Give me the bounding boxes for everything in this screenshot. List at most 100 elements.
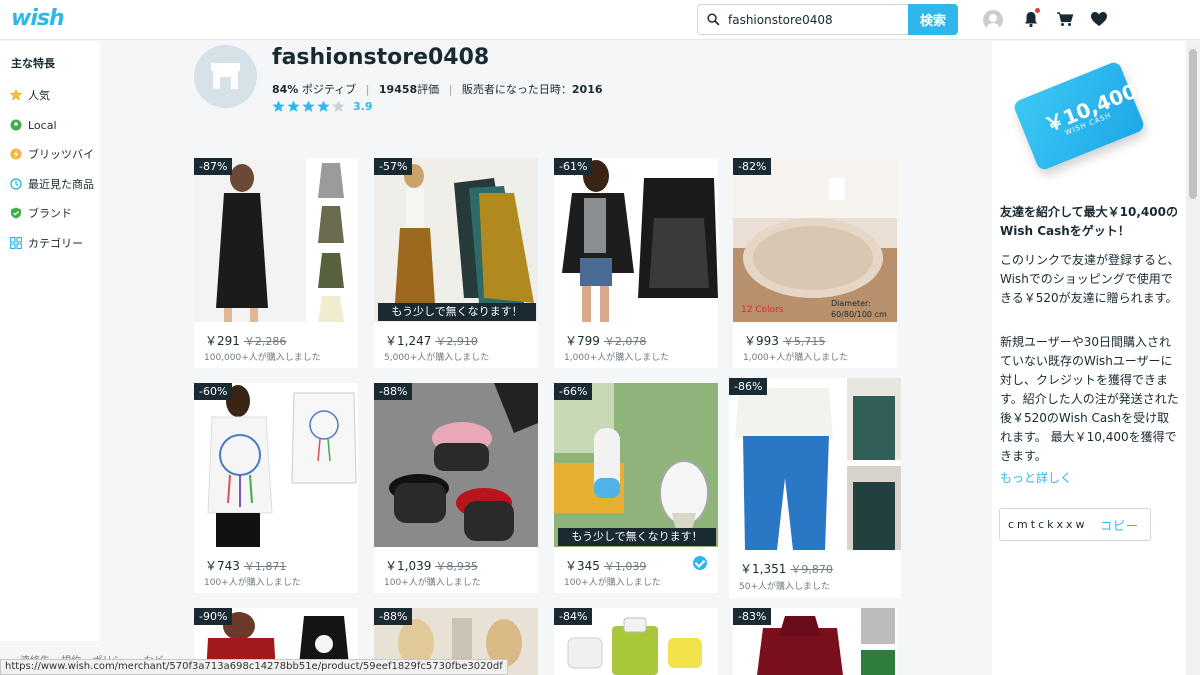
page-scrollbar[interactable] [1186, 41, 1200, 675]
discount-badge: -88% [374, 383, 413, 400]
original-price: ￥8,935 [435, 560, 478, 573]
search-icon [707, 13, 720, 26]
product-image[interactable] [729, 378, 901, 550]
grid-icon [10, 237, 22, 249]
review-count: 19458 [378, 83, 418, 96]
merchant-rating-stars: 3.9 [272, 100, 373, 113]
current-price: ￥1,247 [385, 334, 432, 348]
original-price: ￥2,910 [435, 335, 478, 348]
almost-gone-banner: もう少しで無くなります！ [378, 303, 536, 321]
product-card[interactable]: -60% ￥743 ￥1,871 100+人が購入しました [194, 383, 358, 593]
discount-badge: -84% [554, 608, 593, 625]
sidebar-item-categories[interactable]: カテゴリー [10, 235, 83, 251]
price: ￥291 ￥2,286 [205, 332, 286, 349]
product-image[interactable]: 12 Colors Diameter: 60/80/100 cm [733, 158, 897, 322]
overlay-colors: 12 Colors [741, 305, 784, 315]
product-image[interactable] [194, 158, 358, 322]
positive-label: ポジティブ [301, 83, 357, 96]
sidebar-title: 主な特長 [11, 57, 55, 70]
product-image[interactable] [554, 158, 718, 322]
heart-icon[interactable] [1090, 10, 1108, 28]
discount-badge: -90% [194, 608, 233, 625]
product-card[interactable]: 12 Colors Diameter: 60/80/100 cm -82% ￥9… [733, 158, 897, 368]
product-card[interactable]: -61% ￥799 ￥2,078 1,000+人が購入しました [554, 158, 718, 368]
product-card[interactable]: -66% もう少しで無くなります！ ￥345 ￥1,039 100+人が購入しまし… [554, 383, 718, 593]
product-image[interactable] [554, 383, 718, 547]
product-card[interactable]: -87% ￥291 ￥2,286 100,000+人が購入しました [194, 158, 358, 368]
scrollbar-thumb[interactable] [1189, 49, 1197, 199]
separator: | [365, 83, 370, 96]
price: ￥1,351 ￥9,870 [740, 560, 833, 577]
sold-count: 5,000+人が購入しました [384, 353, 490, 363]
merchant-name: fashionstore0408 [272, 45, 490, 70]
search-input[interactable] [728, 5, 903, 34]
referral-code: cmtckxxw [1008, 518, 1088, 531]
verified-shield-icon [11, 207, 21, 219]
search-button[interactable]: 検索 [908, 4, 958, 35]
sidebar-item-label: カテゴリー [28, 237, 83, 250]
discount-badge: -82% [733, 158, 772, 175]
rating-value: 3.9 [353, 100, 373, 113]
promo-description-2: 新規ユーザーや30日間購入されていない既存のWishユーザーに対し、クレジットを… [1000, 335, 1179, 463]
promo-description-1: このリンクで友達が登録すると、Wishでのショッピングで使用できる￥520が友達… [1000, 253, 1180, 305]
product-card[interactable]: -57% もう少しで無くなります！ ￥1,247 ￥2,910 5,000+人が購… [374, 158, 538, 368]
price: ￥743 ￥1,871 [205, 557, 286, 574]
learn-more-link[interactable]: もっと詳しく [1000, 469, 1072, 486]
sold-count: 100+人が購入しました [384, 578, 481, 588]
product-card[interactable]: -84% [554, 608, 718, 675]
sidebar-item-local[interactable]: Local [10, 117, 57, 133]
discount-badge: -60% [194, 383, 233, 400]
cart-icon[interactable] [1056, 10, 1074, 28]
referral-promo-panel: ￥10,400 WISH CASH 友達を紹介して最大￥10,400のWish … [992, 41, 1186, 675]
product-card[interactable]: -88% ￥1,039 ￥8,935 100+人が購入しました [374, 383, 538, 593]
location-pin-icon [10, 119, 22, 131]
sidebar-item-popular[interactable]: 人気 [10, 87, 50, 103]
since-label: 販売者になった日時： [461, 83, 572, 96]
sidebar-item-recently-viewed[interactable]: 最近見た商品 [10, 176, 94, 192]
sold-count: 100,000+人が購入しました [204, 353, 321, 363]
current-price: ￥799 [565, 334, 600, 348]
current-price: ￥1,039 [385, 559, 432, 573]
discount-badge: -86% [729, 378, 768, 395]
search-box[interactable] [697, 4, 909, 35]
current-price: ￥743 [205, 559, 240, 573]
copy-button[interactable]: コピー [1100, 517, 1139, 534]
price: ￥1,039 ￥8,935 [385, 557, 478, 574]
discount-badge: -57% [374, 158, 413, 175]
separator: | [448, 83, 453, 96]
verified-check-icon [693, 556, 707, 570]
product-image[interactable] [194, 383, 358, 547]
product-card[interactable]: -86% ￥1,351 ￥9,870 50+人が購入しました [729, 378, 901, 598]
original-price: ￥2,286 [243, 335, 287, 348]
storefront-icon [211, 63, 240, 89]
discount-badge: -61% [554, 158, 593, 175]
almost-gone-banner: もう少しで無くなります！ [558, 528, 716, 546]
current-price: ￥291 [205, 334, 240, 348]
sidebar-item-label: 最近見た商品 [28, 178, 94, 191]
price: ￥1,247 ￥2,910 [385, 332, 478, 349]
notification-dot [1035, 8, 1040, 13]
sold-count: 100+人が購入しました [564, 578, 661, 588]
sidebar-item-blitz-buy[interactable]: ブリッツバイ [10, 146, 94, 162]
referral-code-box: cmtckxxw コピー [999, 508, 1151, 541]
sidebar-item-brands[interactable]: ブランド [10, 205, 72, 221]
product-image[interactable] [374, 383, 538, 547]
sold-count: 50+人が購入しました [739, 582, 830, 592]
star-empty-icon [332, 100, 345, 112]
star-filled-icon [317, 100, 330, 112]
sold-count: 1,000+人が購入しました [564, 353, 670, 363]
review-label: 評価 [417, 83, 440, 96]
current-price: ￥993 [744, 334, 779, 348]
promo-title: 友達を紹介して最大￥10,400のWish Cashをゲット！ [1000, 205, 1178, 238]
profile-avatar-icon[interactable] [983, 10, 1003, 30]
since-year: 2016 [571, 83, 603, 96]
wish-logo[interactable]: wish [11, 6, 65, 31]
star-filled-icon [287, 100, 300, 112]
overlay-diameter: Diameter: [831, 299, 871, 308]
positive-percent: 84% [272, 83, 299, 96]
product-image[interactable] [374, 158, 538, 322]
top-bar: wish 検索 [0, 0, 1200, 40]
original-price: ￥5,715 [782, 335, 826, 348]
original-price: ￥1,871 [243, 560, 287, 573]
product-card[interactable]: -83% [733, 608, 897, 675]
